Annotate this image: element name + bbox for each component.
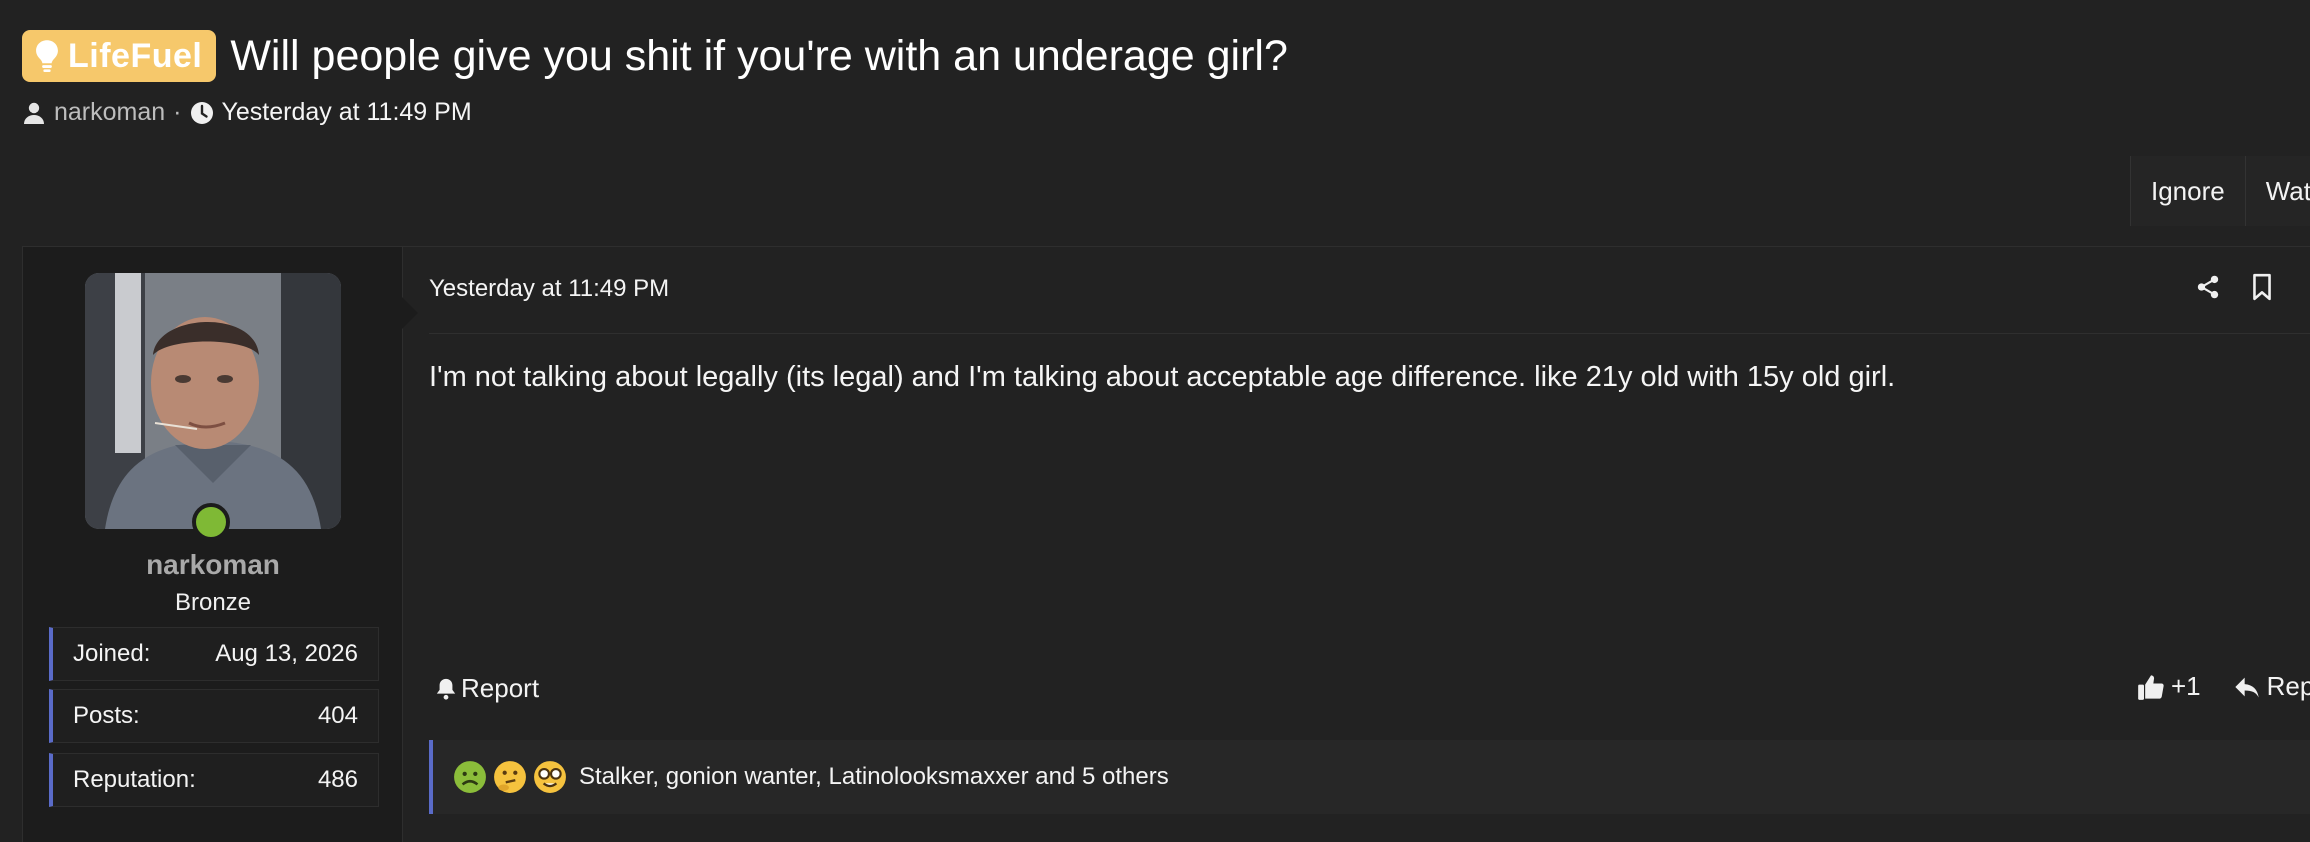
bookmark-icon[interactable] [2249, 273, 2275, 301]
thread-title-row: LifeFuel Will people give you shit if yo… [22, 30, 1288, 82]
thread-time-link[interactable]: Yesterday at 11:49 PM [222, 98, 472, 127]
thread-prefix-label: LifeFuel [68, 36, 203, 75]
thread-action-bar: Ignore Watch [2130, 156, 2310, 226]
report-label: Report [461, 673, 540, 703]
like-label: +1 [2171, 671, 2201, 701]
online-status-indicator [192, 503, 230, 541]
thinking-face-icon [494, 761, 526, 793]
user-stat-posts: Posts: 404 [49, 689, 379, 743]
post-header-icons [2195, 273, 2275, 301]
stat-value: 486 [317, 766, 358, 793]
user-rank: Bronze [174, 589, 252, 616]
user-icon [24, 102, 44, 124]
user-stat-reputation: Reputation: 486 [49, 753, 379, 807]
post-date-link[interactable]: Yesterday at 11:49 PM [429, 275, 669, 303]
post-body: I'm not talking about legally (its legal… [429, 361, 1896, 393]
reactions-text: Stalker, gonion wanter, Latinolooksmaxxe… [579, 763, 1169, 790]
stat-value: Aug 13, 2026 [215, 640, 358, 667]
thread-title: Will people give you shit if you're with… [230, 31, 1288, 80]
reply-icon [2234, 677, 2259, 697]
reply-button[interactable]: Reply [2233, 671, 2310, 702]
share-icon[interactable] [2195, 273, 2221, 301]
avatar-image [85, 273, 341, 529]
thread-meta: narkoman · Yesterday at 11:49 PM [22, 98, 472, 127]
post-user-panel: narkoman Bronze Joined: Aug 13, 2026 Pos… [23, 247, 418, 842]
thread-author-link[interactable]: narkoman [54, 98, 165, 127]
post: narkoman Bronze Joined: Aug 13, 2026 Pos… [22, 246, 2310, 842]
reply-label: Reply [2266, 671, 2310, 701]
lightbulb-icon [36, 40, 58, 73]
report-button[interactable]: Report [435, 673, 539, 704]
sick-face-icon [454, 761, 486, 793]
post-username[interactable]: narkoman [23, 549, 403, 581]
stat-label: Joined: [73, 640, 151, 667]
bell-icon [436, 678, 456, 700]
ignore-button[interactable]: Ignore [2131, 156, 2246, 226]
stat-label: Reputation: [73, 766, 196, 793]
nerd-face-icon [534, 761, 566, 793]
watch-button[interactable]: Watch [2245, 156, 2310, 226]
stat-label: Posts: [73, 702, 140, 729]
thread-prefix-badge[interactable]: LifeFuel [22, 30, 217, 82]
like-button[interactable]: +1 [2137, 671, 2201, 702]
thread-page: LifeFuel Will people give you shit if yo… [0, 0, 2310, 842]
post-main: Yesterday at 11:49 PM I'm not talking ab… [429, 247, 2310, 842]
meta-separator: · [173, 98, 182, 126]
clock-icon [190, 101, 213, 124]
thumbs-up-icon [2138, 674, 2164, 700]
stat-value: 404 [317, 702, 358, 729]
post-header-divider [429, 333, 2310, 334]
reactions-bar[interactable]: Stalker, gonion wanter, Latinolooksmaxxe… [429, 740, 2310, 814]
avatar[interactable] [85, 273, 341, 529]
post-action-bar: +1 Reply [2137, 671, 2310, 702]
user-stat-joined: Joined: Aug 13, 2026 [49, 627, 379, 681]
